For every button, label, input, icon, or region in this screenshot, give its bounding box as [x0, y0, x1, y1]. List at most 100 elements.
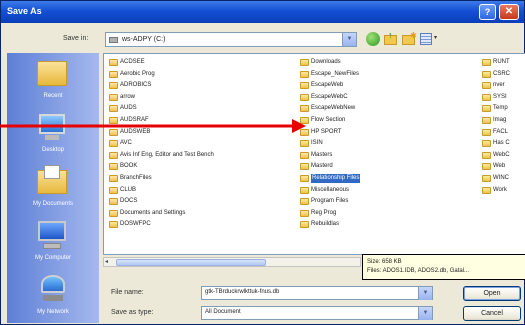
- place-label: My Documents: [32, 201, 73, 207]
- folder-name: BOOK: [120, 163, 138, 170]
- file-name-value: gtk-TBrduckrwlkttuk-fnus.db: [205, 289, 280, 295]
- folder-icon: [300, 128, 309, 136]
- folder-name: Temp: [493, 105, 508, 112]
- folder-icon: [300, 163, 309, 171]
- back-button[interactable]: [365, 31, 381, 47]
- folder-icon: [300, 117, 309, 124]
- folder-name: EscapeWebNew: [311, 105, 356, 112]
- folder-name: SYSI: [493, 93, 507, 100]
- folder-icon: [300, 209, 309, 217]
- folder-name: Masterd: [311, 163, 333, 170]
- folder-icon: [482, 151, 491, 159]
- folder-name: Relationship Files: [311, 174, 361, 183]
- folder-icon: [109, 128, 118, 136]
- folder-icon: [109, 70, 118, 78]
- folder-name: FACL: [493, 128, 509, 135]
- folder-icon: [482, 117, 491, 124]
- folder-icon: [109, 140, 118, 148]
- folder-icon: [300, 140, 309, 148]
- folder-name: BranchFiles: [120, 175, 152, 181]
- views-menu-button[interactable]: ▾: [419, 31, 441, 47]
- folder-name: ACDSEE: [120, 59, 145, 65]
- open-button[interactable]: Open: [463, 286, 521, 301]
- folder-name: Masters: [311, 151, 333, 158]
- folder-icon: [482, 186, 491, 194]
- cancel-button[interactable]: Cancel: [463, 306, 521, 321]
- folder-icon: [482, 175, 491, 182]
- folder-name: Has C: [493, 140, 510, 147]
- folder-name: ISIN: [311, 140, 323, 147]
- folder-icon: [300, 198, 309, 206]
- save-in-value: ws-ADPY (C:): [122, 36, 166, 43]
- file-list[interactable]: ACDSEE Aerobic Prog ADROBICS arrow AUDS AUDSR…: [103, 53, 525, 255]
- folder-icon: [109, 59, 118, 66]
- new-folder-button[interactable]: ✱: [401, 31, 417, 47]
- folder-icon: [109, 93, 118, 101]
- folder-icon: [109, 209, 118, 217]
- folder-icon: [300, 70, 309, 78]
- folder-name: Miscellaneous: [311, 186, 350, 193]
- folder-icon: [109, 151, 118, 159]
- folder-icon: [109, 186, 118, 194]
- file-name-label: File name:: [111, 289, 144, 296]
- folder-name: CSRC: [493, 70, 511, 77]
- folder-name: RUNT: [493, 59, 510, 65]
- window-title: Save As: [7, 6, 42, 16]
- folder-icon: [300, 105, 309, 113]
- chevron-down-icon[interactable]: ▼: [418, 307, 432, 320]
- place-my-documents[interactable]: My Documents: [7, 161, 99, 215]
- place-my-computer[interactable]: My Computer: [7, 215, 99, 269]
- folder-name: EscapeWeb: [311, 82, 344, 89]
- folder-icon: [482, 82, 491, 90]
- folder-name: CLUB: [120, 186, 137, 193]
- save-in-label: Save in:: [63, 35, 89, 42]
- recent-folder-icon: [37, 61, 67, 86]
- folder-icon: [300, 59, 309, 66]
- place-recent[interactable]: Recent: [7, 53, 99, 107]
- folder-icon: [300, 186, 309, 194]
- chevron-down-icon[interactable]: ▼: [418, 287, 432, 300]
- folder-name: arrow: [120, 93, 136, 100]
- close-button[interactable]: ✕: [499, 4, 519, 20]
- place-my-network[interactable]: My Network: [7, 269, 99, 323]
- folder-icon: [109, 117, 118, 124]
- folder-name: WINC: [493, 175, 509, 181]
- scroll-left-icon[interactable]: ◂: [105, 258, 108, 265]
- desktop-icon: [39, 114, 65, 134]
- place-label: My Computer: [34, 255, 71, 261]
- file-name-input[interactable]: gtk-TBrduckrwlkttuk-fnus.db ▼: [201, 286, 433, 300]
- folder-icon: [482, 59, 491, 66]
- folder-icon: [109, 221, 118, 229]
- folder-name: DOSWFPC: [120, 221, 151, 228]
- place-label: Recent: [43, 93, 63, 99]
- scrollbar-thumb[interactable]: [116, 259, 266, 266]
- folder-icon: [482, 128, 491, 136]
- up-one-level-button[interactable]: ↑: [383, 30, 399, 47]
- folder-name: Avis Inf Eng, Editor and Test Bench: [120, 151, 214, 158]
- views-icon: [420, 33, 432, 45]
- tooltip-size: Size: 658 KB: [367, 259, 402, 265]
- save-as-type-dropdown[interactable]: All Document ▼: [201, 306, 433, 320]
- save-as-dialog: Save As ? ✕ Save in: ws-ADPY (C:) ▼ ↑ ✱ …: [0, 0, 525, 325]
- place-desktop[interactable]: Desktop: [7, 107, 99, 161]
- back-arrow-icon: [366, 32, 380, 46]
- folder-name: Work: [493, 186, 507, 193]
- folder-name: DOCS: [120, 198, 138, 205]
- folder-name: Rebuildlas: [311, 221, 340, 228]
- folder-name: HP SPORT: [311, 128, 342, 135]
- folder-name: Escape_NewFiles: [311, 70, 360, 77]
- folder-icon: [300, 175, 309, 182]
- my-network-icon: [41, 275, 65, 293]
- horizontal-scrollbar[interactable]: ◂: [103, 257, 361, 267]
- folder-name: Program Files: [311, 198, 349, 205]
- chevron-down-icon[interactable]: ▼: [342, 33, 356, 46]
- folder-icon: [109, 105, 118, 113]
- folder-tooltip: Size: 658 KB Files: ADOS1.IDB, ADOS2.db,…: [362, 254, 525, 280]
- folder-icon: [482, 105, 491, 113]
- folder-icon: [300, 82, 309, 90]
- folder-name: Downloads: [311, 59, 341, 65]
- save-in-dropdown[interactable]: ws-ADPY (C:) ▼: [105, 32, 357, 47]
- help-button[interactable]: ?: [479, 4, 496, 20]
- folder-icon: [482, 93, 491, 101]
- place-label: Desktop: [41, 147, 64, 153]
